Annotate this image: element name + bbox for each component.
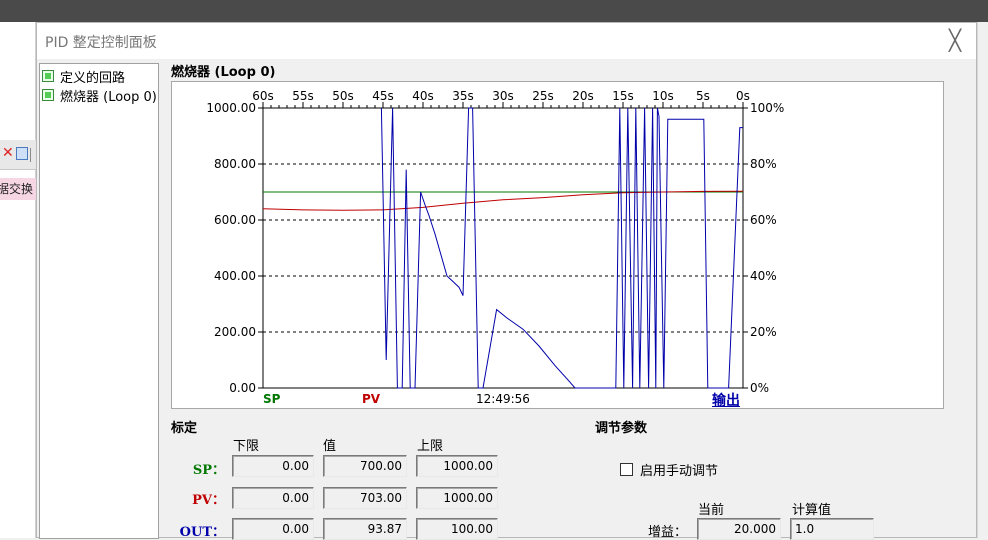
manual-tuning-checkbox[interactable] <box>620 463 633 476</box>
sp-high-field[interactable]: 1000.00 <box>416 455 498 477</box>
y-right-tick-label: 80% <box>750 157 777 171</box>
y-left-tick-label: 400.00 <box>214 269 256 283</box>
legend-pv: PV <box>362 392 381 406</box>
y-right-tick-label: 60% <box>750 213 777 227</box>
x-tick-label: 15s <box>612 89 634 103</box>
out-value-field[interactable]: 93.87 <box>323 518 407 540</box>
window-title: PID 整定控制面板 <box>45 35 157 51</box>
y-left-tick-label: 0.00 <box>229 381 256 395</box>
y-left-tick-label: 1000.00 <box>206 101 256 115</box>
background-tab[interactable]: 据交换 <box>0 178 36 200</box>
close-icon[interactable]: ╳ <box>944 29 966 51</box>
x-tick-label: 10s <box>652 89 674 103</box>
column-high: 上限 <box>417 439 444 454</box>
sp-label: SP： <box>192 463 225 478</box>
y-left-tick-label: 800.00 <box>214 157 256 171</box>
column-calculated: 计算值 <box>792 503 832 518</box>
toolbar-separator <box>30 148 31 162</box>
x-tick-label: 40s <box>412 89 434 103</box>
column-low: 下限 <box>233 439 260 454</box>
tree-item-label: 燃烧器 (Loop 0) <box>60 89 157 105</box>
column-current: 当前 <box>698 503 725 518</box>
sp-value-field[interactable]: 700.00 <box>323 455 407 477</box>
out-label: OUT： <box>179 525 225 540</box>
desktop-top-bar <box>0 0 988 22</box>
pv-high-field[interactable]: 1000.00 <box>416 487 498 509</box>
y-left-tick-label: 600.00 <box>214 213 256 227</box>
gain-calculated-field[interactable]: 1.0 <box>790 518 874 540</box>
loop-folder-icon <box>42 70 54 82</box>
y-right-tick-label: 0% <box>750 381 769 395</box>
tree-item-defined-loops[interactable]: 定义的回路 <box>42 67 126 86</box>
x-tick-label: 25s <box>532 89 554 103</box>
x-tick-label: 50s <box>332 89 354 103</box>
loop-icon <box>42 89 54 101</box>
gain-current-field[interactable]: 20.000 <box>697 518 781 540</box>
background-tab-label: 据交换 <box>0 182 34 196</box>
loop-title: 燃烧器 (Loop 0) <box>171 65 276 80</box>
out-low-field[interactable]: 0.00 <box>232 518 314 540</box>
background-edge <box>977 22 988 538</box>
column-value: 值 <box>323 439 337 454</box>
sp-low-field[interactable]: 0.00 <box>232 455 314 477</box>
y-left-tick-label: 200.00 <box>214 325 256 339</box>
out-high-field[interactable]: 100.00 <box>416 518 498 540</box>
x-tick-label: 55s <box>292 89 314 103</box>
background-app-panel <box>0 22 36 538</box>
tree-item-label: 定义的回路 <box>60 70 126 86</box>
gain-label: 增益： <box>648 525 688 540</box>
manual-tuning-label[interactable]: 启用手动调节 <box>640 460 718 479</box>
tuning-title: 调节参数 <box>595 421 648 436</box>
trend-chart: 60s 55s 50s 45s 40s 35s 30s 25s 20s 15s 10s 5s 0s 100… <box>171 81 944 409</box>
y-right-tick-label: 20% <box>750 325 777 339</box>
pv-value-field[interactable]: 703.00 <box>323 487 407 509</box>
delete-icon[interactable]: ✕ <box>2 146 16 160</box>
y-right-tick-label: 100% <box>750 101 784 115</box>
y-right-tick-label: 40% <box>750 269 777 283</box>
calibration-title: 标定 <box>171 421 198 436</box>
legend-sp: SP <box>263 392 281 406</box>
pid-tuning-window: PID 整定控制面板 ╳ 定义的回路 燃烧器 (Loop 0) 燃烧器 (Loo… <box>36 22 977 540</box>
x-tick-label: 30s <box>492 89 514 103</box>
x-tick-label: 35s <box>452 89 474 103</box>
tree-item-burner-loop[interactable]: 燃烧器 (Loop 0) <box>42 86 157 105</box>
x-tick-label: 0s <box>736 89 750 103</box>
title-bar[interactable]: PID 整定控制面板 ╳ <box>37 23 976 59</box>
pv-label: PV： <box>192 493 225 508</box>
document-icon[interactable] <box>16 147 28 160</box>
plot-area <box>263 108 743 388</box>
trend-chart-svg: 60s 55s 50s 45s 40s 35s 30s 25s 20s 15s 10s 5s 0s100… <box>206 89 784 395</box>
x-tick-label: 20s <box>572 89 594 103</box>
legend-output[interactable]: 输出 <box>712 390 740 410</box>
x-tick-label: 5s <box>696 89 710 103</box>
x-tick-label: 45s <box>372 89 394 103</box>
pv-low-field[interactable]: 0.00 <box>232 487 314 509</box>
loop-tree: 定义的回路 燃烧器 (Loop 0) <box>39 63 159 539</box>
legend-timestamp: 12:49:56 <box>476 392 530 406</box>
